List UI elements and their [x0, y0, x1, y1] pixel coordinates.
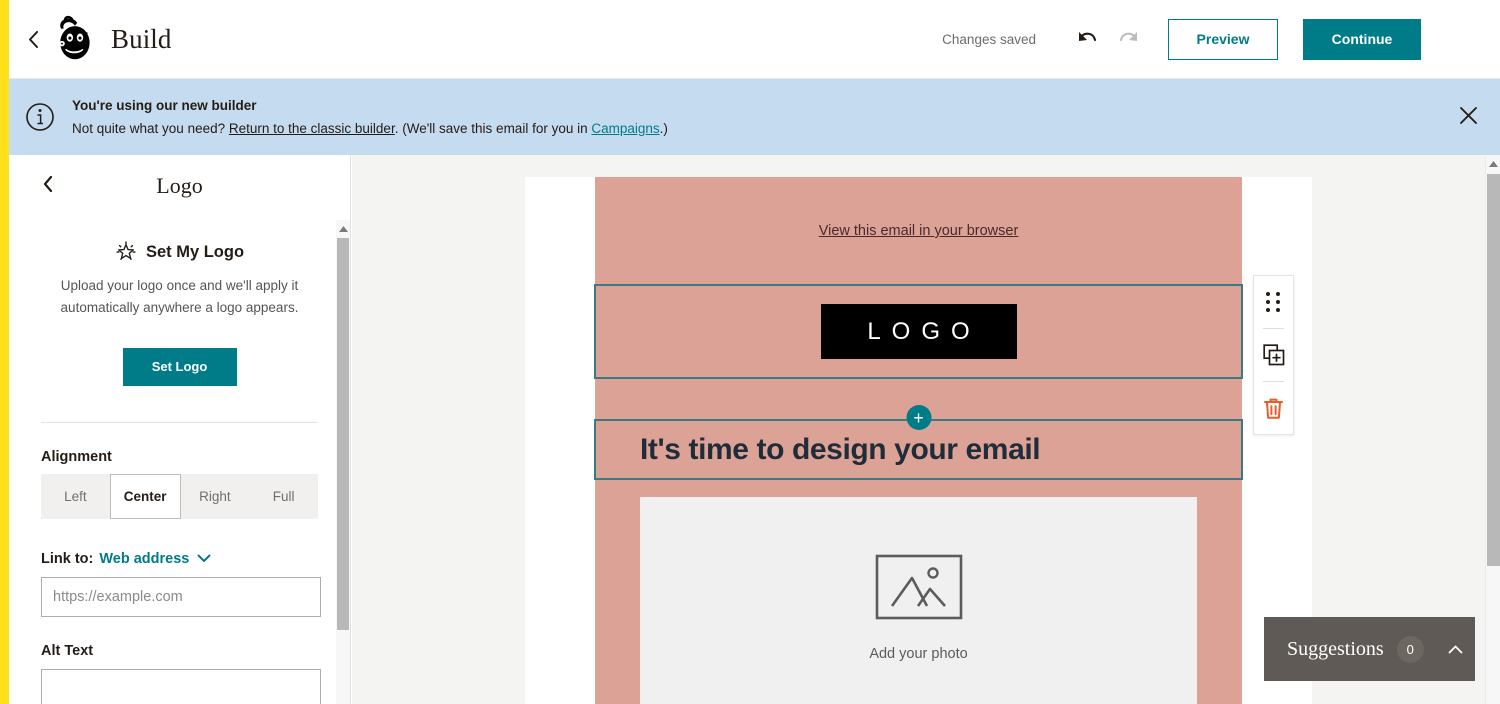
sidebar-scrollbar[interactable]	[336, 220, 350, 704]
app-root: Build Changes saved Preview Continue You…	[0, 0, 1500, 704]
alignment-option-left[interactable]: Left	[41, 474, 110, 519]
photo-placeholder[interactable]: Add your photo	[640, 497, 1197, 704]
chevron-left-icon	[43, 175, 53, 193]
preheader-block[interactable]: View this email in your browser	[595, 177, 1242, 285]
email-content: View this email in your browser LOGO + I…	[594, 177, 1243, 704]
back-button[interactable]	[19, 25, 47, 53]
sidebar-header: Logo	[9, 155, 350, 217]
banner-body-prefix: Not quite what you need?	[72, 120, 229, 136]
trash-icon	[1264, 398, 1283, 419]
alignment-option-center[interactable]: Center	[109, 473, 181, 519]
scroll-up-arrow-icon[interactable]	[1486, 157, 1500, 171]
mailchimp-freddie-logo	[59, 15, 90, 60]
logo-text: LOGO	[867, 317, 981, 345]
link-url-input[interactable]	[41, 576, 321, 617]
properties-sidebar: Logo Set My Logo Upload your logo once a…	[9, 155, 351, 704]
undo-arrow-icon	[1078, 32, 1097, 42]
headline-text: It's time to design your email	[640, 432, 1041, 466]
alignment-option-right[interactable]: Right	[181, 474, 250, 519]
suggestions-label: Suggestions	[1287, 637, 1384, 660]
undo-button[interactable]	[1070, 22, 1104, 56]
view-in-browser-link[interactable]: View this email in your browser	[819, 223, 1019, 239]
info-circle-icon	[26, 103, 54, 131]
banner-title: You're using our new builder	[72, 97, 257, 113]
chevron-up-icon[interactable]	[1448, 642, 1463, 657]
campaigns-link[interactable]: Campaigns	[591, 121, 659, 136]
drag-dots-icon	[1266, 292, 1281, 312]
alt-text-label: Alt Text	[41, 642, 94, 659]
chevron-left-icon	[28, 30, 38, 48]
preview-button[interactable]: Preview	[1168, 18, 1278, 60]
add-block-button[interactable]: +	[906, 405, 931, 430]
link-to-row: Link to: Web address	[41, 551, 318, 567]
set-logo-button[interactable]: Set Logo	[122, 347, 237, 386]
duplicate-block-button[interactable]	[1253, 329, 1294, 381]
link-to-selected-value[interactable]: Web address	[99, 551, 189, 567]
brand-rail	[0, 0, 9, 704]
banner-close-button[interactable]	[1459, 106, 1478, 129]
top-bar: Build Changes saved Preview Continue	[9, 0, 1500, 79]
banner-body: Not quite what you need? Return to the c…	[72, 119, 668, 139]
email-sheet: View this email in your browser LOGO + I…	[525, 177, 1312, 704]
logo-block[interactable]: LOGO	[594, 284, 1243, 379]
close-x-icon	[1460, 106, 1477, 124]
link-to-label: Link to:	[41, 550, 94, 567]
alignment-option-full[interactable]: Full	[249, 474, 318, 519]
set-my-logo-description: Upload your logo once and we'll apply it…	[60, 278, 299, 316]
redo-button[interactable]	[1112, 22, 1146, 56]
set-my-logo-label: Set My Logo	[145, 242, 245, 261]
new-builder-banner: You're using our new builder Not quite w…	[9, 79, 1500, 155]
headline-block[interactable]: + It's time to design your email	[594, 405, 1243, 480]
suggestions-count-badge: 0	[1396, 635, 1424, 663]
sidebar-divider	[41, 421, 318, 423]
banner-body-suffix: .)	[659, 120, 668, 136]
continue-button[interactable]: Continue	[1303, 18, 1421, 60]
chevron-down-icon[interactable]	[197, 552, 211, 566]
alignment-label: Alignment	[41, 448, 112, 465]
sidebar-body: Set My Logo Upload your logo once and we…	[9, 241, 350, 704]
sidebar-back-button[interactable]	[43, 175, 53, 197]
set-my-logo-heading: Set My Logo	[41, 241, 318, 263]
canvas-scrollbar-thumb[interactable]	[1487, 174, 1500, 566]
save-status: Changes saved	[942, 31, 1036, 47]
alignment-segmented-control: Left Center Right Full	[41, 473, 318, 519]
scroll-up-arrow-icon[interactable]	[336, 222, 350, 236]
sidebar-title: Logo	[156, 172, 203, 198]
banner-body-middle: . (We'll save this email for you in	[394, 120, 592, 136]
sparkle-star-icon	[116, 241, 136, 261]
canvas-scrollbar[interactable]	[1485, 155, 1500, 704]
suggestions-bar[interactable]: Suggestions 0	[1264, 617, 1475, 681]
banner-text: You're using our new builder Not quite w…	[72, 96, 668, 138]
block-toolbar	[1253, 275, 1294, 435]
redo-arrow-icon	[1119, 32, 1138, 42]
duplicate-icon	[1262, 344, 1284, 366]
sidebar-scrollbar-thumb[interactable]	[337, 238, 349, 630]
top-bar-actions: Changes saved Preview Continue	[942, 18, 1500, 60]
logo-image[interactable]: LOGO	[820, 304, 1017, 359]
image-block[interactable]: Add your photo	[595, 479, 1242, 704]
image-placeholder-icon	[875, 554, 962, 620]
photo-placeholder-caption: Add your photo	[869, 646, 968, 662]
page-title: Build	[111, 23, 172, 54]
alt-text-input[interactable]	[41, 668, 321, 704]
delete-block-button[interactable]	[1253, 382, 1294, 434]
classic-builder-link[interactable]: Return to the classic builder	[229, 121, 395, 136]
drag-handle[interactable]	[1253, 276, 1294, 328]
